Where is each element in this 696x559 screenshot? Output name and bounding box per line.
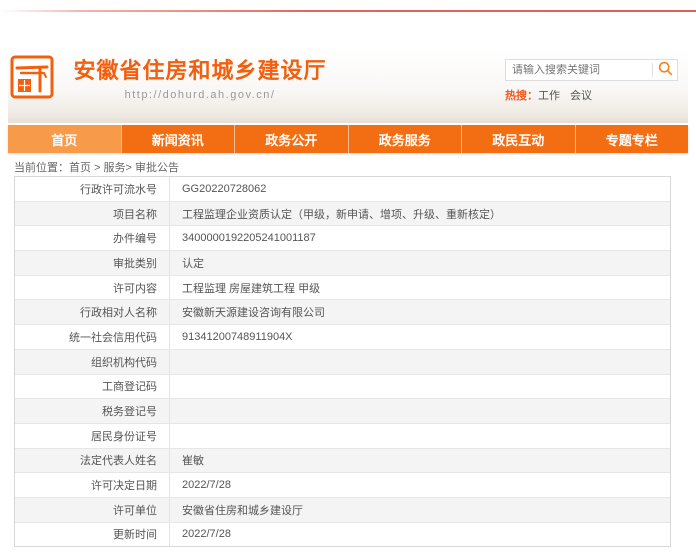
row-value: 工程监理企业资质认定（甲级，新申请、增项、升级、重新核定） <box>170 202 670 226</box>
row-value: 2022/7/28 <box>170 473 670 497</box>
row-label: 许可内容 <box>15 276 170 300</box>
row-value: 崔敏 <box>170 449 670 473</box>
row-label: 行政相对人名称 <box>15 300 170 324</box>
row-label: 项目名称 <box>15 202 170 226</box>
row-value: 3400000192205241001187 <box>170 226 670 250</box>
row-value <box>170 375 670 399</box>
row-label: 审批类别 <box>15 251 170 275</box>
site-header: 安徽省住房和城乡建设厅 http://dohurd.ah.gov.cn/ 热搜：… <box>8 48 688 123</box>
row-label: 许可决定日期 <box>15 473 170 497</box>
row-value: 安徽省住房和城乡建设厅 <box>170 498 670 522</box>
table-row: 办件编号3400000192205241001187 <box>15 225 670 250</box>
hot-search-label: 热搜： <box>505 87 538 103</box>
nav-tab-0[interactable]: 首页 <box>8 125 121 153</box>
table-row: 审批类别认定 <box>15 250 670 275</box>
search-box <box>505 59 678 81</box>
row-value: 认定 <box>170 251 670 275</box>
row-label: 工商登记码 <box>15 375 170 399</box>
table-row: 组织机构代码 <box>15 349 670 374</box>
row-label: 更新时间 <box>15 523 170 547</box>
search-area: 热搜： 工作会议 <box>505 59 678 103</box>
row-value <box>170 350 670 374</box>
row-value: GG20220728062 <box>170 177 670 201</box>
top-accent-rule <box>0 10 696 12</box>
hot-keyword-link[interactable]: 会议 <box>570 87 592 103</box>
row-value <box>170 399 670 423</box>
search-icon <box>658 61 673 79</box>
row-label: 法定代表人姓名 <box>15 449 170 473</box>
row-value: 2022/7/28 <box>170 523 670 547</box>
row-label: 许可单位 <box>15 498 170 522</box>
row-value: 安徽新天源建设咨询有限公司 <box>170 300 670 324</box>
hot-keywords: 工作会议 <box>538 87 602 103</box>
table-row: 行政许可流水号GG20220728062 <box>15 177 670 201</box>
table-row: 许可内容工程监理 房屋建筑工程 甲级 <box>15 275 670 300</box>
row-value <box>170 424 670 448</box>
table-row: 许可单位安徽省住房和城乡建设厅 <box>15 497 670 522</box>
approval-table: 行政许可流水号GG20220728062项目名称工程监理企业资质认定（甲级，新申… <box>14 176 671 547</box>
row-label: 办件编号 <box>15 226 170 250</box>
hot-search-line: 热搜： 工作会议 <box>505 87 678 103</box>
hot-keyword-link[interactable]: 工作 <box>538 87 560 103</box>
row-value: 工程监理 房屋建筑工程 甲级 <box>170 276 670 300</box>
row-label: 居民身份证号 <box>15 424 170 448</box>
breadcrumb: 当前位置：首页 > 服务> 审批公告 <box>14 159 179 175</box>
row-value: 91341200748911904X <box>170 325 670 349</box>
table-row: 项目名称工程监理企业资质认定（甲级，新申请、增项、升级、重新核定） <box>15 201 670 226</box>
site-title: 安徽省住房和城乡建设厅 <box>60 53 340 85</box>
table-row: 税务登记号 <box>15 398 670 423</box>
table-row: 工商登记码 <box>15 374 670 399</box>
search-input[interactable] <box>506 64 652 76</box>
row-label: 统一社会信用代码 <box>15 325 170 349</box>
nav-tab-2[interactable]: 政务公开 <box>234 125 348 153</box>
table-row: 居民身份证号 <box>15 423 670 448</box>
table-row: 许可决定日期2022/7/28 <box>15 472 670 497</box>
nav-tab-5[interactable]: 专题专栏 <box>575 125 689 153</box>
table-row: 行政相对人名称安徽新天源建设咨询有限公司 <box>15 299 670 324</box>
nav-tab-4[interactable]: 政民互动 <box>461 125 575 153</box>
row-label: 行政许可流水号 <box>15 177 170 201</box>
search-button[interactable] <box>653 60 677 80</box>
archway-seal-logo-icon <box>10 86 54 103</box>
table-row: 更新时间2022/7/28 <box>15 522 670 547</box>
table-row: 法定代表人姓名崔敏 <box>15 448 670 473</box>
site-url: http://dohurd.ah.gov.cn/ <box>60 89 340 101</box>
main-nav: 首页新闻资讯政务公开政务服务政民互动专题专栏 <box>8 125 688 153</box>
row-label: 组织机构代码 <box>15 350 170 374</box>
nav-tab-1[interactable]: 新闻资讯 <box>121 125 235 153</box>
nav-tab-3[interactable]: 政务服务 <box>348 125 462 153</box>
table-row: 统一社会信用代码91341200748911904X <box>15 324 670 349</box>
site-title-block: 安徽省住房和城乡建设厅 http://dohurd.ah.gov.cn/ <box>60 53 340 101</box>
row-label: 税务登记号 <box>15 399 170 423</box>
site-logo[interactable] <box>10 55 54 99</box>
